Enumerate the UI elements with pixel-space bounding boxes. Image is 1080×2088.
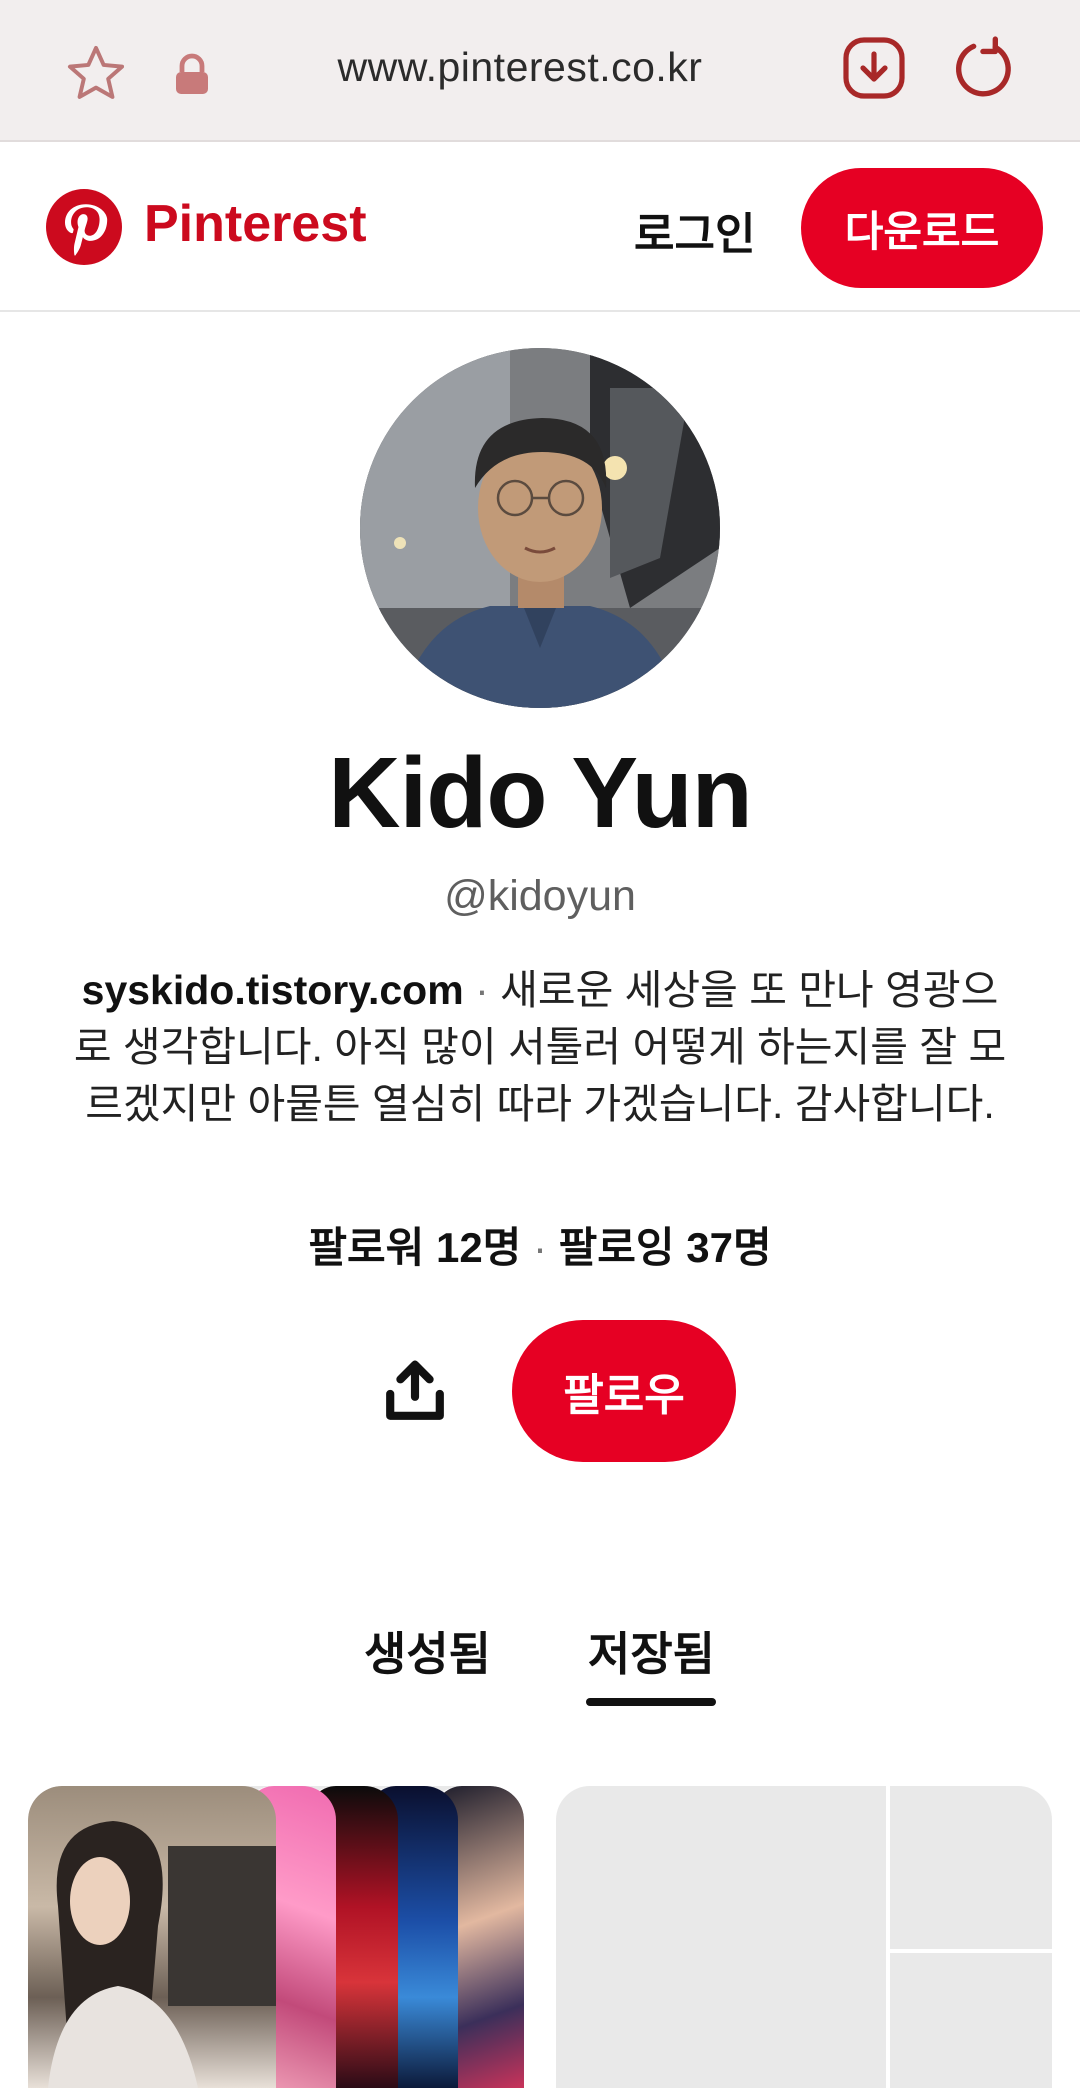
- profile-handle: @kidoyun: [444, 872, 636, 920]
- board-placeholder-bottom: [890, 1953, 1052, 2088]
- download-icon[interactable]: [842, 36, 906, 100]
- stats-separator: ·: [521, 1224, 559, 1271]
- board-preview-empty[interactable]: [556, 1786, 1052, 2088]
- url-field[interactable]: www.pinterest.co.kr: [250, 44, 790, 91]
- pinterest-logo-icon[interactable]: [46, 189, 122, 265]
- following-count[interactable]: 팔로잉 37명: [559, 1224, 772, 1271]
- active-tab-indicator: [586, 1698, 716, 1706]
- followers-count[interactable]: 팔로워 12명: [308, 1224, 521, 1271]
- brand-wordmark[interactable]: Pinterest: [144, 194, 367, 254]
- bio-separator: ·: [463, 967, 501, 1013]
- site-header: Pinterest 로그인 다운로드: [0, 144, 1080, 312]
- download-app-button[interactable]: 다운로드: [801, 168, 1043, 288]
- profile-name: Kido Yun: [328, 737, 753, 849]
- board-cover-image: [28, 1786, 276, 2088]
- follow-stats: 팔로워 12명 · 팔로잉 37명: [0, 1214, 1080, 1275]
- profile-bio: syskido.tistory.com · 새로운 세상을 또 만나 영광으로 …: [70, 962, 1010, 1133]
- follow-button[interactable]: 팔로우: [512, 1320, 736, 1462]
- board-preview-stack[interactable]: [28, 1786, 524, 2088]
- share-icon[interactable]: [380, 1356, 450, 1426]
- avatar: [360, 348, 720, 708]
- board-placeholder-main: [556, 1786, 886, 2088]
- board-cover-person-image: [48, 1821, 276, 2088]
- lock-icon: [176, 53, 208, 94]
- board-placeholder-top: [890, 1786, 1052, 1949]
- tab-created[interactable]: 생성됨: [364, 1618, 491, 1684]
- star-icon[interactable]: [62, 40, 130, 108]
- login-link[interactable]: 로그인: [634, 198, 755, 262]
- avatar-photo: [360, 348, 720, 708]
- tab-saved[interactable]: 저장됨: [588, 1618, 715, 1684]
- website-link[interactable]: syskido.tistory.com: [82, 967, 464, 1013]
- reload-icon[interactable]: [952, 36, 1018, 102]
- browser-address-bar: www.pinterest.co.kr: [0, 0, 1080, 142]
